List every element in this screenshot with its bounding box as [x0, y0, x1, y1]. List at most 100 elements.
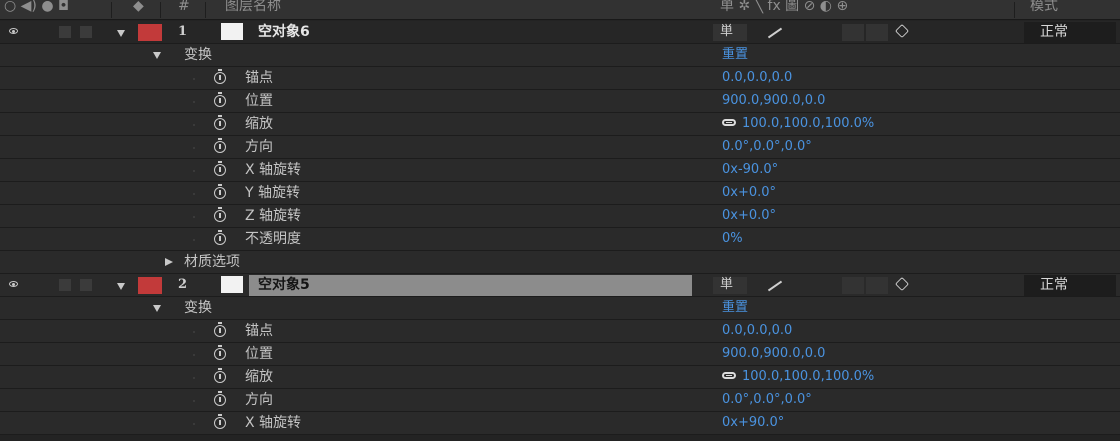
transform-group-row[interactable]: 变换 重置: [0, 297, 1120, 320]
stopwatch-icon[interactable]: [214, 161, 226, 176]
mode-header[interactable]: 模式: [1030, 0, 1058, 15]
property-indent-dot: [193, 193, 195, 195]
stopwatch-icon[interactable]: [214, 368, 226, 383]
property-value[interactable]: 900.0,900.0,0.0: [722, 343, 825, 365]
stopwatch-icon[interactable]: [214, 230, 226, 245]
label-color-chip[interactable]: [138, 277, 162, 294]
shy-switch[interactable]: 単: [713, 24, 747, 41]
property-name: 锚点: [245, 323, 273, 339]
transform-reset-link[interactable]: 重置: [722, 44, 748, 66]
property-row[interactable]: 锚点 0.0,0.0,0.0: [0, 320, 1120, 343]
property-value[interactable]: 0.0°,0.0°,0.0°: [722, 136, 812, 158]
property-row[interactable]: X 轴旋转 0x+90.0°: [0, 412, 1120, 435]
stopwatch-icon[interactable]: [214, 391, 226, 406]
property-value[interactable]: 0x+0.0°: [722, 182, 776, 204]
layer-name-highlight[interactable]: 空对象5: [249, 275, 692, 296]
property-value[interactable]: 0.0,0.0,0.0: [722, 320, 792, 342]
transform-reset-link[interactable]: 重置: [722, 297, 748, 319]
stopwatch-icon[interactable]: [214, 138, 226, 153]
layer-name[interactable]: 空对象6: [258, 21, 310, 43]
property-value[interactable]: 0.0°,0.0°,0.0°: [722, 389, 812, 411]
property-row[interactable]: 不透明度 0%: [0, 228, 1120, 251]
transform-label: 变换: [184, 47, 212, 63]
stopwatch-icon[interactable]: [214, 184, 226, 199]
property-indent-dot: [193, 216, 195, 218]
stopwatch-icon[interactable]: [214, 207, 226, 222]
audio-toggle[interactable]: [59, 26, 71, 38]
column-header-row: ○ ◀) ● ◘ ◆ # 图层名称 单 ✲ ╲ fx 圖 ⊘ ◐ ⊕ 模式: [0, 0, 1120, 20]
property-name: 位置: [245, 93, 273, 109]
property-row[interactable]: 方向 0.0°,0.0°,0.0°: [0, 389, 1120, 412]
property-indent-dot: [193, 331, 195, 333]
blend-mode-select[interactable]: 正常: [1024, 275, 1116, 296]
property-value[interactable]: 900.0,900.0,0.0: [722, 90, 825, 112]
property-row[interactable]: Z 轴旋转 0x+0.0°: [0, 205, 1120, 228]
expand-triangle-icon[interactable]: [153, 52, 161, 59]
property-name: 不透明度: [245, 231, 301, 247]
stopwatch-icon[interactable]: [214, 322, 226, 337]
timeline-layer-panel: ○ ◀) ● ◘ ◆ # 图层名称 单 ✲ ╲ fx 圖 ⊘ ◐ ⊕ 模式 1 …: [0, 0, 1120, 441]
property-value[interactable]: 0x+90.0°: [722, 412, 784, 434]
3d-layer-icon[interactable]: [894, 23, 910, 39]
solo-toggle[interactable]: [80, 279, 92, 291]
transform-group-row[interactable]: 变换 重置: [0, 44, 1120, 67]
layer-row[interactable]: 1 空对象6 単 正常: [0, 21, 1120, 44]
label-header-icon: ◆: [133, 0, 144, 14]
property-row[interactable]: 锚点 0.0,0.0,0.0: [0, 67, 1120, 90]
layer-row-selected[interactable]: 2 空对象5 単 正常: [0, 274, 1120, 297]
motion-blur-switch[interactable]: [842, 24, 864, 41]
blend-mode-select[interactable]: 正常: [1024, 22, 1116, 43]
property-name: Y 轴旋转: [245, 185, 301, 201]
expand-triangle-icon[interactable]: [117, 283, 125, 290]
transform-label: 变换: [184, 300, 212, 316]
property-name: 方向: [245, 392, 273, 408]
property-name: X 轴旋转: [245, 415, 302, 431]
column-divider: [111, 2, 112, 18]
property-row[interactable]: X 轴旋转 0x-90.0°: [0, 159, 1120, 182]
stopwatch-icon[interactable]: [214, 92, 226, 107]
adjustment-switch[interactable]: [866, 24, 888, 41]
property-value[interactable]: 0%: [722, 228, 743, 250]
property-value[interactable]: 0.0,0.0,0.0: [722, 67, 792, 89]
property-indent-dot: [193, 101, 195, 103]
layer-number-header[interactable]: #: [178, 0, 190, 15]
shy-switch-glyph: 単: [720, 24, 734, 39]
layer-name-header[interactable]: 图层名称: [225, 0, 281, 15]
property-value[interactable]: 0x+0.0°: [722, 205, 776, 227]
property-row[interactable]: Y 轴旋转 0x+0.0°: [0, 182, 1120, 205]
audio-toggle[interactable]: [59, 279, 71, 291]
property-indent-dot: [193, 423, 195, 425]
solo-toggle[interactable]: [80, 26, 92, 38]
material-options-row[interactable]: 材质选项: [0, 251, 1120, 274]
property-value[interactable]: 0x-90.0°: [722, 159, 778, 181]
property-row[interactable]: 方向 0.0°,0.0°,0.0°: [0, 136, 1120, 159]
property-value[interactable]: 100.0,100.0,100.0%: [742, 366, 874, 388]
adjustment-switch[interactable]: [866, 277, 888, 294]
stopwatch-icon[interactable]: [214, 345, 226, 360]
stopwatch-icon[interactable]: [214, 414, 226, 429]
property-row[interactable]: 缩放 100.0,100.0,100.0%: [0, 113, 1120, 136]
eye-icon[interactable]: [9, 281, 18, 287]
layer-number: 2: [178, 277, 188, 292]
label-color-chip[interactable]: [138, 24, 162, 41]
switches-header[interactable]: 单 ✲ ╲ fx 圖 ⊘ ◐ ⊕: [720, 0, 848, 15]
expand-triangle-icon[interactable]: [153, 305, 161, 312]
constrain-proportions-icon[interactable]: [722, 119, 736, 126]
property-row[interactable]: 缩放 100.0,100.0,100.0%: [0, 366, 1120, 389]
layer-number: 1: [178, 24, 188, 39]
quality-switch-icon[interactable]: [767, 27, 783, 39]
quality-switch-icon[interactable]: [767, 280, 783, 292]
property-row[interactable]: 位置 900.0,900.0,0.0: [0, 343, 1120, 366]
shy-switch[interactable]: 単: [713, 277, 747, 294]
property-row[interactable]: 位置 900.0,900.0,0.0: [0, 90, 1120, 113]
constrain-proportions-icon[interactable]: [722, 372, 736, 379]
3d-layer-icon[interactable]: [894, 276, 910, 292]
property-value[interactable]: 100.0,100.0,100.0%: [742, 113, 874, 135]
eye-icon[interactable]: [9, 28, 18, 34]
collapsed-triangle-icon[interactable]: [165, 258, 173, 266]
motion-blur-switch[interactable]: [842, 277, 864, 294]
stopwatch-icon[interactable]: [214, 115, 226, 130]
stopwatch-icon[interactable]: [214, 69, 226, 84]
layer-name[interactable]: 空对象5: [258, 274, 310, 296]
expand-triangle-icon[interactable]: [117, 30, 125, 37]
